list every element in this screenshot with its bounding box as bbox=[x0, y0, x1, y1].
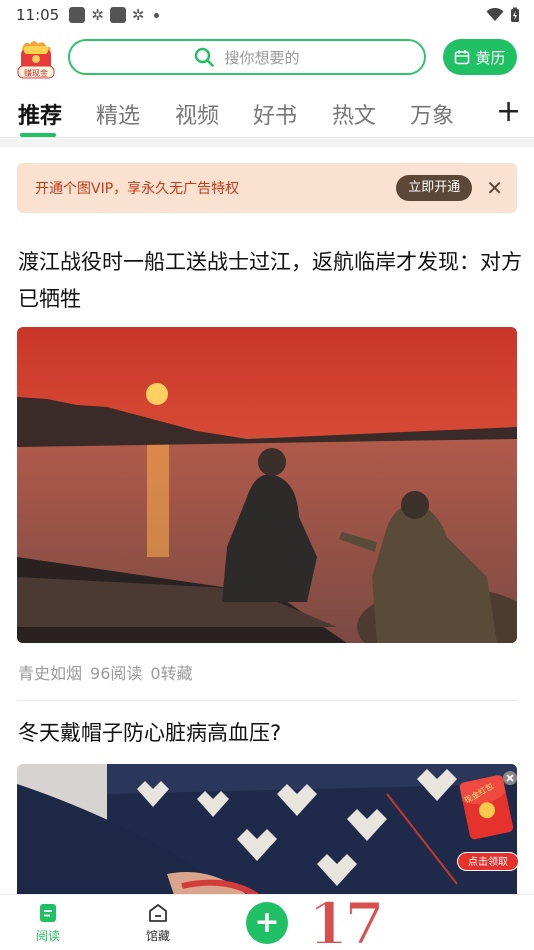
knitted-hat-photo bbox=[17, 764, 517, 904]
battery-icon bbox=[511, 7, 519, 22]
tab-hot[interactable]: 热文 bbox=[332, 98, 376, 130]
section-divider bbox=[0, 139, 534, 147]
article-read-count: 96阅读 bbox=[90, 664, 143, 683]
earn-cash-button[interactable]: 赚现金 bbox=[16, 36, 56, 80]
article-author[interactable]: 青史如烟 bbox=[18, 660, 82, 684]
tab-video[interactable]: 视频 bbox=[175, 98, 219, 130]
search-icon bbox=[195, 47, 215, 67]
tab-books[interactable]: 好书 bbox=[253, 98, 297, 130]
notification-icons: ✲ ✲ bbox=[69, 6, 160, 24]
claim-packet-button[interactable]: 点击领取 bbox=[457, 852, 519, 871]
status-time: 11:05 bbox=[16, 6, 60, 24]
category-tabs: 推荐 精选 视频 好书 热文 万象 + bbox=[0, 92, 534, 138]
almanac-button[interactable]: 黄历 bbox=[443, 39, 517, 75]
article-title[interactable]: 渡江战役时一船工送战士过江，返航临岸才发现：对方已牺牲 bbox=[18, 244, 523, 318]
red-packet-widget[interactable]: 现金红包 点击领取 bbox=[455, 770, 521, 875]
read-icon bbox=[40, 904, 56, 922]
close-icon[interactable]: ✕ bbox=[486, 178, 503, 198]
sync-notification-icon: ✲ bbox=[131, 6, 145, 24]
article-image[interactable] bbox=[17, 764, 517, 904]
add-tab-icon[interactable]: + bbox=[496, 94, 521, 129]
app-notification-icon bbox=[109, 7, 126, 23]
nav-library[interactable]: 馆藏 bbox=[146, 903, 170, 944]
sunset-river-photo bbox=[17, 327, 517, 643]
search-bar[interactable]: 搜你想要的 bbox=[68, 39, 426, 75]
search-placeholder: 搜你想要的 bbox=[224, 48, 300, 67]
article-image[interactable] bbox=[17, 327, 517, 643]
active-tab-indicator bbox=[20, 133, 56, 137]
nav-read-label: 阅读 bbox=[36, 929, 61, 943]
add-button[interactable]: + bbox=[246, 902, 288, 944]
article-title[interactable]: 冬天戴帽子防心脏病高血压? bbox=[18, 716, 523, 750]
top-bar: 赚现金 搜你想要的 黄历 bbox=[0, 34, 534, 82]
tab-recommend[interactable]: 推荐 bbox=[18, 98, 62, 130]
calendar-icon bbox=[455, 50, 470, 65]
wifi-icon bbox=[486, 8, 504, 21]
almanac-label: 黄历 bbox=[475, 48, 506, 67]
nav-library-label: 馆藏 bbox=[146, 929, 171, 943]
vip-banner: 开通个图VIP，享永久无广告特权 立即开通 ✕ bbox=[17, 163, 517, 213]
tab-vientiane[interactable]: 万象 bbox=[410, 98, 454, 130]
tab-featured[interactable]: 精选 bbox=[96, 98, 140, 130]
more-notifications-icon bbox=[154, 12, 160, 18]
site-watermark: 17 bbox=[307, 889, 386, 950]
vip-open-button[interactable]: 立即开通 bbox=[396, 175, 473, 201]
vip-banner-text: 开通个图VIP，享永久无广告特权 bbox=[35, 181, 240, 197]
article-save-count: 0转藏 bbox=[150, 664, 193, 683]
status-bar: 11:05 ✲ ✲ bbox=[0, 0, 534, 30]
bottom-navigation: 阅读 馆藏 + bbox=[0, 894, 534, 950]
earn-cash-label: 赚现金 bbox=[24, 69, 48, 78]
article-divider bbox=[17, 700, 517, 701]
library-icon bbox=[149, 904, 167, 922]
sync-notification-icon: ✲ bbox=[91, 6, 104, 24]
nav-read[interactable]: 阅读 bbox=[36, 903, 60, 944]
article-meta: 青史如烟 96阅读 0转藏 bbox=[18, 660, 193, 684]
app-notification-icon bbox=[69, 7, 86, 23]
